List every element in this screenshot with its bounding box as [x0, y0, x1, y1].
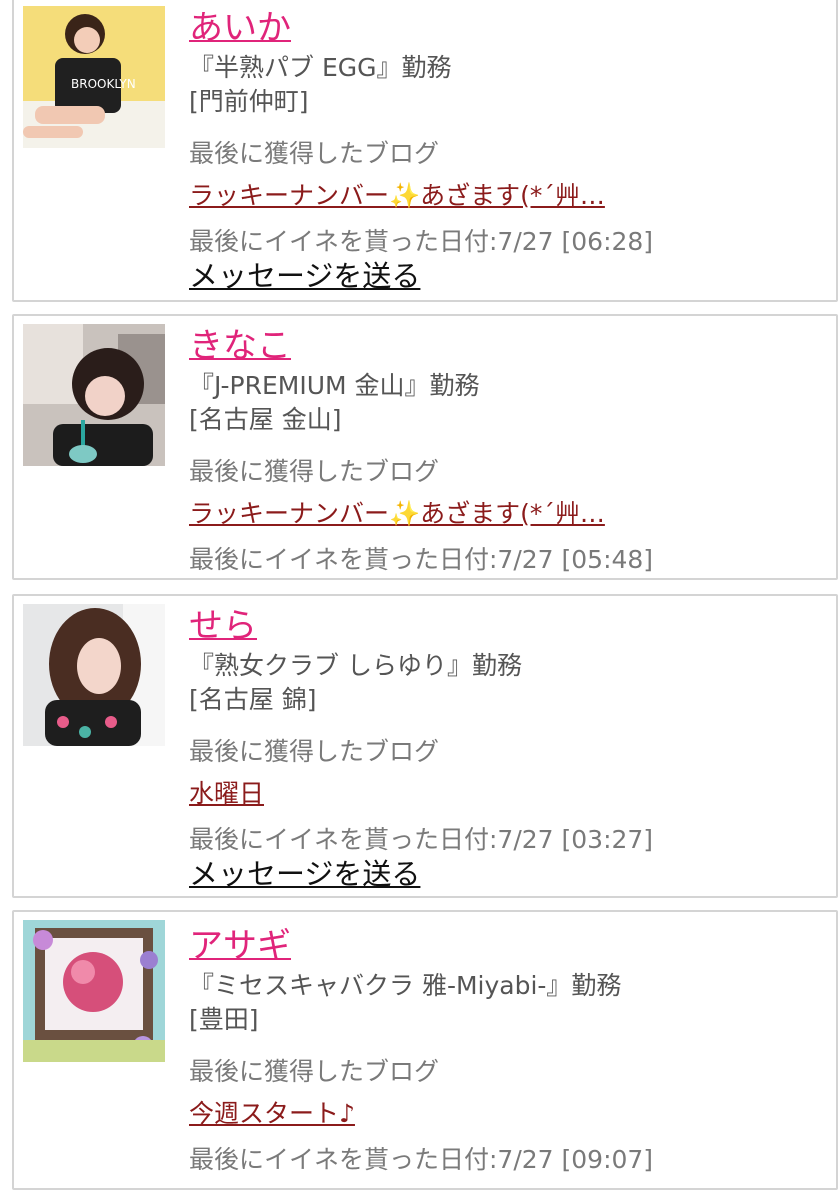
profile-card: きなこ 『J-PREMIUM 金山』勤務 [名古屋 金山] 最後に獲得したブログ… — [12, 314, 838, 580]
profile-card: アサギ 『ミセスキャバクラ 雅-Miyabi-』勤務 [豊田] 最後に獲得したブ… — [12, 910, 838, 1190]
shop-name: 『J-PREMIUM 金山』勤務 — [189, 371, 480, 400]
last-blog-label: 最後に獲得したブログ — [189, 457, 440, 486]
profile-name-link[interactable]: せら — [189, 606, 257, 646]
profile-photo[interactable]: BROOKLYN — [23, 6, 165, 148]
shop-name: 『ミセスキャバクラ 雅-Miyabi-』勤務 — [189, 971, 622, 1000]
last-blog-label: 最後に獲得したブログ — [189, 737, 440, 766]
svg-text:BROOKLYN: BROOKLYN — [71, 77, 136, 91]
profile-photo[interactable] — [23, 604, 165, 746]
last-blog-link[interactable]: ラッキーナンバー✨あざます(*´艸… — [189, 498, 605, 530]
profile-list: BROOKLYN あいか 『半熟パブ EGG』勤務 [門前仲町] 最後に獲得した… — [0, 0, 840, 1190]
area-label: [豊田] — [189, 1005, 259, 1034]
area-label: [名古屋 金山] — [189, 405, 342, 434]
profile-name-link[interactable]: きなこ — [189, 326, 291, 366]
last-blog-link[interactable]: 今週スタート♪ — [189, 1098, 355, 1130]
last-blog-link[interactable]: 水曜日 — [189, 778, 264, 810]
last-blog-label: 最後に獲得したブログ — [189, 1057, 440, 1086]
send-message-link[interactable]: メッセージを送る — [189, 258, 420, 294]
profile-card: せら 『熟女クラブ しらゆり』勤務 [名古屋 錦] 最後に獲得したブログ 水曜日… — [12, 594, 838, 898]
last-blog-label: 最後に獲得したブログ — [189, 139, 440, 168]
last-blog-link[interactable]: ラッキーナンバー✨あざます(*´艸… — [189, 180, 605, 212]
last-liked-date: 最後にイイネを貰った日付:7/27 [09:07] — [189, 1145, 654, 1174]
send-message-link[interactable]: メッセージを送る — [189, 856, 420, 892]
profile-card: BROOKLYN あいか 『半熟パブ EGG』勤務 [門前仲町] 最後に獲得した… — [12, 0, 838, 302]
shop-name: 『熟女クラブ しらゆり』勤務 — [189, 651, 522, 680]
last-liked-date: 最後にイイネを貰った日付:7/27 [05:48] — [189, 545, 654, 574]
last-liked-date: 最後にイイネを貰った日付:7/27 [03:27] — [189, 825, 654, 854]
profile-name-link[interactable]: あいか — [189, 8, 291, 48]
profile-photo[interactable] — [23, 920, 165, 1062]
shop-name: 『半熟パブ EGG』勤務 — [189, 53, 452, 82]
area-label: [名古屋 錦] — [189, 685, 317, 714]
area-label: [門前仲町] — [189, 87, 309, 116]
profile-photo[interactable] — [23, 324, 165, 466]
profile-name-link[interactable]: アサギ — [189, 926, 291, 966]
last-liked-date: 最後にイイネを貰った日付:7/27 [06:28] — [189, 227, 654, 256]
